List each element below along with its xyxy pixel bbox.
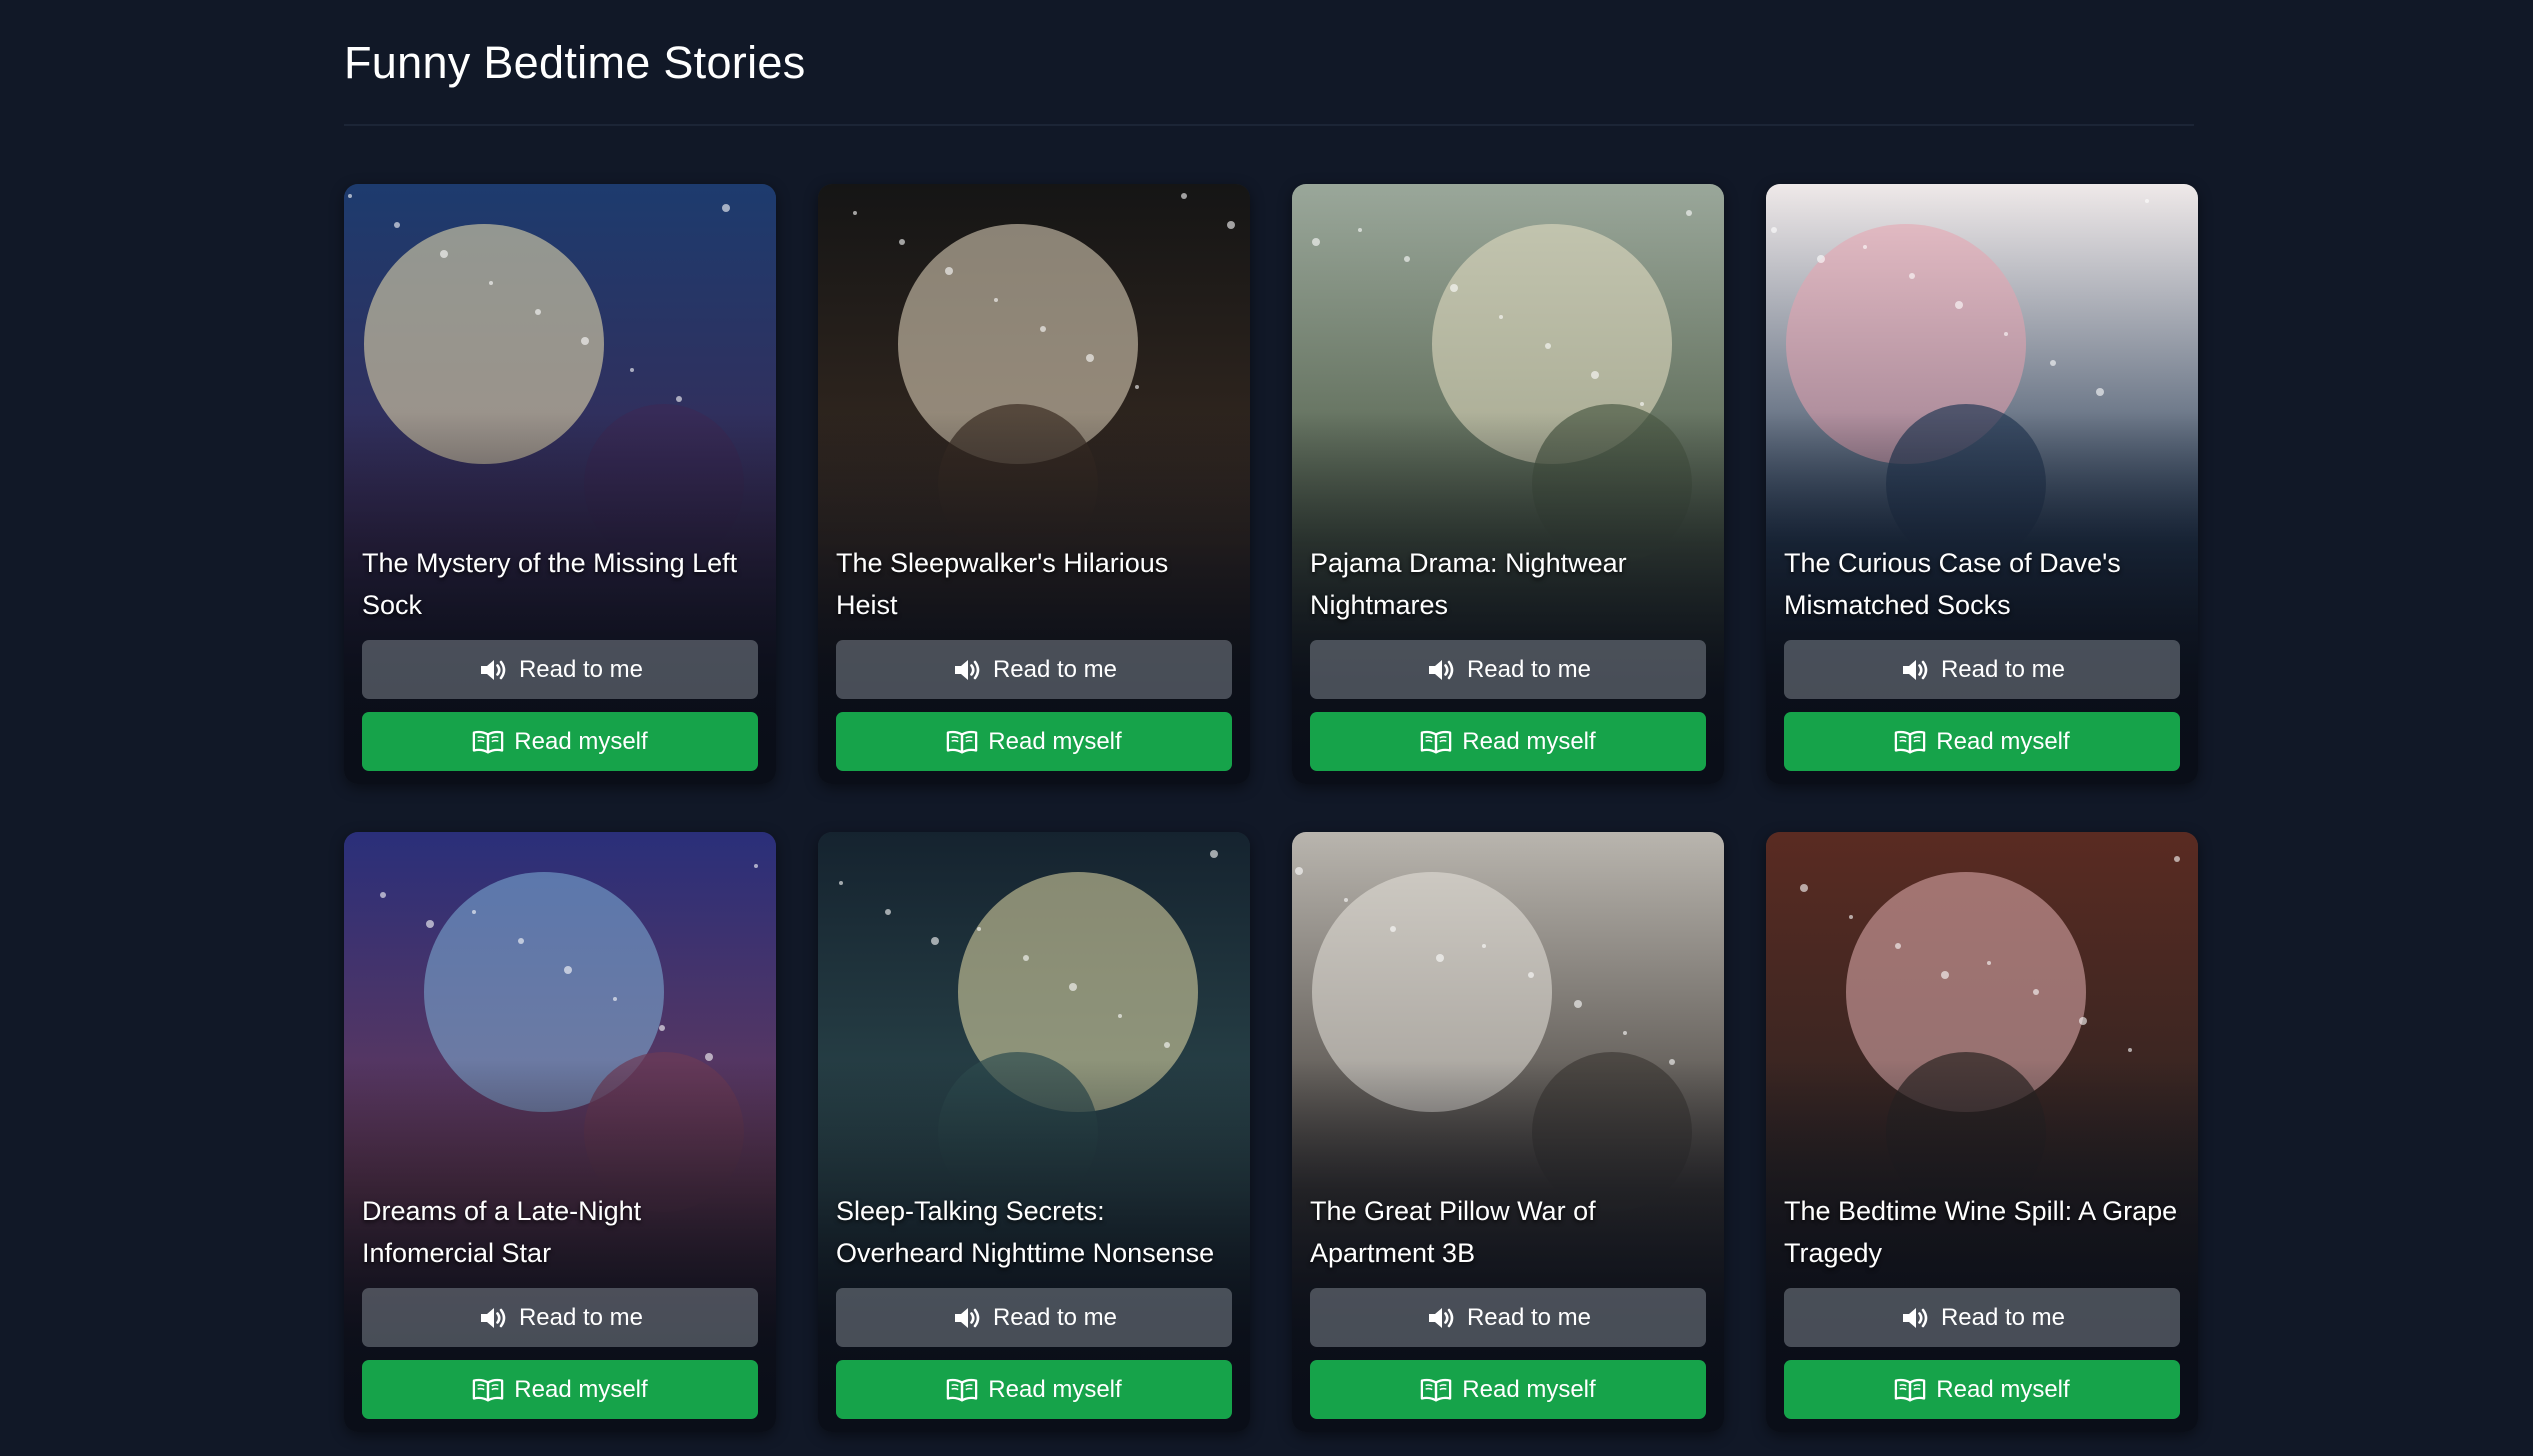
- story-card-4[interactable]: The Curious Case of Dave's Mismatched So…: [1766, 184, 2198, 784]
- read-to-me-label: Read to me: [1940, 1303, 2066, 1331]
- read-to-me-button[interactable]: Read to me: [362, 1288, 758, 1347]
- read-to-me-label: Read to me: [992, 1303, 1118, 1331]
- read-to-me-label: Read to me: [1940, 655, 2066, 683]
- speaker-icon: [477, 657, 509, 683]
- read-myself-button[interactable]: Read myself: [1784, 1360, 2180, 1419]
- story-card-6[interactable]: Sleep-Talking Secrets: Overheard Nightti…: [818, 832, 1250, 1432]
- story-card-1[interactable]: The Mystery of the Missing Left Sock Rea…: [344, 184, 776, 784]
- read-myself-button[interactable]: Read myself: [1310, 1360, 1706, 1419]
- read-to-me-label: Read to me: [518, 1303, 644, 1331]
- speaker-icon: [951, 657, 983, 683]
- story-title: The Sleepwalker's Hilarious Heist: [836, 548, 1169, 620]
- read-myself-label: Read myself: [988, 727, 1122, 755]
- story-title: The Great Pillow War of Apartment 3B: [1310, 1196, 1596, 1268]
- speaker-icon: [951, 1305, 983, 1331]
- read-myself-label: Read myself: [1936, 1375, 2070, 1403]
- story-title: The Mystery of the Missing Left Sock: [362, 548, 738, 620]
- read-myself-button[interactable]: Read myself: [362, 712, 758, 771]
- read-myself-button[interactable]: Read myself: [836, 712, 1232, 771]
- story-title: Pajama Drama: Nightwear Nightmares: [1310, 548, 1627, 620]
- read-myself-label: Read myself: [1462, 727, 1596, 755]
- read-to-me-label: Read to me: [1466, 1303, 1592, 1331]
- page-title: Funny Bedtime Stories: [344, 37, 806, 88]
- read-myself-button[interactable]: Read myself: [836, 1360, 1232, 1419]
- speaker-icon: [477, 1305, 509, 1331]
- read-myself-button[interactable]: Read myself: [362, 1360, 758, 1419]
- speaker-icon: [1899, 1305, 1931, 1331]
- story-title: The Curious Case of Dave's Mismatched So…: [1784, 548, 2121, 620]
- read-to-me-button[interactable]: Read to me: [1310, 1288, 1706, 1347]
- open-book-icon: [1420, 1377, 1452, 1403]
- open-book-icon: [472, 1377, 504, 1403]
- open-book-icon: [472, 729, 504, 755]
- read-to-me-button[interactable]: Read to me: [836, 640, 1232, 699]
- story-card-3[interactable]: Pajama Drama: Nightwear Nightmares Read …: [1292, 184, 1724, 784]
- open-book-icon: [1894, 1377, 1926, 1403]
- read-to-me-button[interactable]: Read to me: [362, 640, 758, 699]
- read-to-me-button[interactable]: Read to me: [1310, 640, 1706, 699]
- story-title: Dreams of a Late-Night Infomercial Star: [362, 1196, 642, 1268]
- read-to-me-label: Read to me: [518, 655, 644, 683]
- story-card-5[interactable]: Dreams of a Late-Night Infomercial Star …: [344, 832, 776, 1432]
- read-to-me-button[interactable]: Read to me: [1784, 1288, 2180, 1347]
- story-title: The Bedtime Wine Spill: A Grape Tragedy: [1784, 1196, 2178, 1268]
- read-myself-button[interactable]: Read myself: [1784, 712, 2180, 771]
- speaker-icon: [1899, 657, 1931, 683]
- read-myself-label: Read myself: [988, 1375, 1122, 1403]
- read-to-me-label: Read to me: [992, 655, 1118, 683]
- story-card-7[interactable]: The Great Pillow War of Apartment 3B Rea…: [1292, 832, 1724, 1432]
- open-book-icon: [946, 1377, 978, 1403]
- read-myself-label: Read myself: [1462, 1375, 1596, 1403]
- read-myself-label: Read myself: [514, 727, 648, 755]
- read-to-me-label: Read to me: [1466, 655, 1592, 683]
- read-to-me-button[interactable]: Read to me: [836, 1288, 1232, 1347]
- read-myself-label: Read myself: [514, 1375, 648, 1403]
- read-to-me-button[interactable]: Read to me: [1784, 640, 2180, 699]
- speaker-icon: [1425, 657, 1457, 683]
- speaker-icon: [1425, 1305, 1457, 1331]
- open-book-icon: [1420, 729, 1452, 755]
- open-book-icon: [1894, 729, 1926, 755]
- open-book-icon: [946, 729, 978, 755]
- page-header: Funny Bedtime Stories: [344, 40, 2194, 126]
- read-myself-button[interactable]: Read myself: [1310, 712, 1706, 771]
- read-myself-label: Read myself: [1936, 727, 2070, 755]
- stories-grid: The Mystery of the Missing Left Sock Rea…: [344, 184, 2200, 1432]
- story-card-8[interactable]: The Bedtime Wine Spill: A Grape Tragedy …: [1766, 832, 2198, 1432]
- story-card-2[interactable]: The Sleepwalker's Hilarious Heist Read t…: [818, 184, 1250, 784]
- story-title: Sleep-Talking Secrets: Overheard Nightti…: [836, 1196, 1215, 1268]
